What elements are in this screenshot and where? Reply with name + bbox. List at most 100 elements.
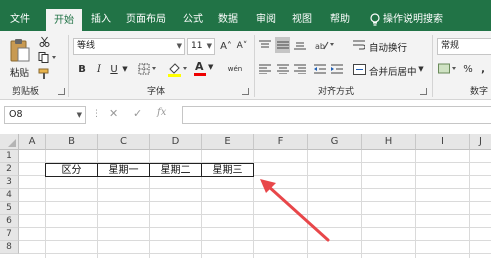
column-header-b[interactable]: B (46, 134, 98, 150)
merge-center-icon[interactable] (352, 62, 366, 76)
tab-data[interactable]: 数据 (218, 8, 238, 31)
gridline (19, 201, 491, 202)
name-box[interactable]: O8 ▼ (4, 106, 86, 124)
cancel-button[interactable]: ✕ (109, 107, 118, 120)
align-bottom-button[interactable] (293, 38, 307, 52)
increase-indent-button[interactable] (330, 62, 344, 76)
align-middle-icon (276, 41, 289, 49)
chevron-down-icon[interactable]: ▼ (417, 62, 425, 76)
font-size-select[interactable]: 11 ▼ (187, 38, 215, 55)
worksheet-grid[interactable]: A B C D E F G H I J 1 2 3 4 5 6 7 8 区分 星… (0, 134, 491, 258)
ribbon-home: 粘贴 剪贴板 等线 ▼ 11 ▼ A˄ A˅ B I U ▼ A ▼ wén 字… (0, 31, 491, 100)
enter-button[interactable]: ✓ (133, 107, 142, 120)
tab-home[interactable]: 开始 (46, 9, 82, 31)
row-header-4[interactable]: 4 (0, 189, 19, 202)
more-icon[interactable]: ⋮ (92, 109, 101, 119)
percent-button[interactable]: % (462, 61, 474, 77)
chevron-down-icon: ▼ (76, 111, 82, 119)
orientation-button[interactable]: ab (314, 38, 336, 52)
accounting-format-button[interactable] (437, 61, 459, 77)
chevron-down-icon[interactable]: ▼ (121, 61, 129, 77)
cell-d2[interactable]: 星期二 (149, 163, 202, 177)
gridline (415, 150, 416, 258)
alignment-group-label: 对齐方式 (318, 87, 355, 97)
tab-view[interactable]: 视图 (292, 8, 312, 31)
underline-button[interactable]: U (108, 61, 120, 77)
select-all-button[interactable] (0, 134, 19, 150)
tell-me-search[interactable]: 操作说明搜索 (383, 8, 443, 31)
align-right-button[interactable] (293, 62, 307, 76)
cell-e2[interactable]: 星期三 (201, 163, 254, 177)
tab-formulas[interactable]: 公式 (183, 8, 203, 31)
font-color-glyph: A (195, 60, 204, 73)
fill-bucket-icon (168, 63, 187, 77)
row-header-8[interactable]: 8 (0, 241, 19, 254)
cell-b2[interactable]: 区分 (45, 163, 98, 177)
row-header-6[interactable]: 6 (0, 215, 19, 228)
align-center-button[interactable] (276, 62, 290, 76)
paste-button[interactable] (6, 35, 34, 65)
chevron-down-icon: ▼ (208, 63, 214, 71)
font-size-value: 11 (191, 41, 203, 51)
phonetic-button[interactable]: wén (222, 60, 248, 78)
formula-input[interactable] (182, 106, 491, 124)
bold-button[interactable]: B (76, 61, 88, 77)
align-center-icon (277, 64, 289, 74)
font-color-button[interactable]: A ▼ (193, 60, 215, 78)
column-header-c[interactable]: C (98, 134, 150, 150)
column-header-d[interactable]: D (150, 134, 202, 150)
tab-file[interactable]: 文件 (10, 8, 30, 31)
tab-help[interactable]: 帮助 (330, 8, 350, 31)
row-header-1[interactable]: 1 (0, 150, 19, 163)
comma-button[interactable]: , (478, 61, 488, 77)
group-divider (68, 35, 69, 97)
tab-page-layout[interactable]: 页面布局 (126, 8, 166, 31)
gridline (19, 214, 491, 215)
group-divider (432, 35, 433, 97)
align-left-button[interactable] (258, 62, 272, 76)
row-header-7[interactable]: 7 (0, 228, 19, 241)
select-all-icon (8, 139, 16, 147)
lightbulb-icon (370, 13, 380, 26)
font-name-select[interactable]: 等线 ▼ (73, 38, 185, 55)
decrease-indent-button[interactable] (313, 62, 327, 76)
gridline (469, 150, 470, 258)
borders-button[interactable] (137, 61, 159, 77)
fill-color-button[interactable] (167, 60, 189, 78)
clipboard-launcher-icon[interactable] (58, 88, 65, 95)
align-middle-button[interactable] (275, 37, 290, 53)
column-header-e[interactable]: E (202, 134, 254, 150)
italic-button[interactable]: I (93, 61, 105, 77)
wrap-text-button[interactable]: 自动换行 (369, 40, 407, 54)
align-left-icon (259, 64, 271, 74)
row-header-5[interactable]: 5 (0, 202, 19, 215)
cell-c2[interactable]: 星期一 (97, 163, 150, 177)
gridline (361, 150, 362, 258)
font-launcher-icon[interactable] (242, 88, 249, 95)
borders-icon (138, 63, 156, 75)
column-header-a[interactable]: A (19, 134, 46, 150)
format-painter-button[interactable] (37, 67, 51, 80)
alignment-launcher-icon[interactable] (420, 88, 427, 95)
insert-function-button[interactable]: fx (157, 107, 166, 118)
clipboard-group-label: 剪贴板 (12, 87, 40, 97)
copy-button[interactable] (37, 51, 59, 64)
column-header-i[interactable]: I (416, 134, 470, 150)
column-header-j[interactable]: J (470, 134, 491, 150)
number-format-select[interactable]: 常规 (437, 38, 491, 55)
tab-review[interactable]: 审阅 (256, 8, 276, 31)
group-divider (254, 35, 255, 97)
row-header-3[interactable]: 3 (0, 176, 19, 189)
row-header-2[interactable]: 2 (0, 163, 19, 176)
shrink-font-button[interactable]: A˅ (235, 38, 249, 54)
column-header-g[interactable]: G (308, 134, 362, 150)
cut-button[interactable] (37, 35, 51, 48)
wrap-text-icon[interactable] (352, 37, 366, 53)
align-top-button[interactable] (258, 38, 272, 52)
increase-indent-icon (331, 64, 343, 74)
column-header-h[interactable]: H (362, 134, 416, 150)
tab-insert[interactable]: 插入 (91, 8, 111, 31)
merge-center-button[interactable]: 合并后居中 (369, 64, 417, 78)
grow-font-button[interactable]: A˄ (219, 38, 233, 54)
column-header-f[interactable]: F (254, 134, 308, 150)
